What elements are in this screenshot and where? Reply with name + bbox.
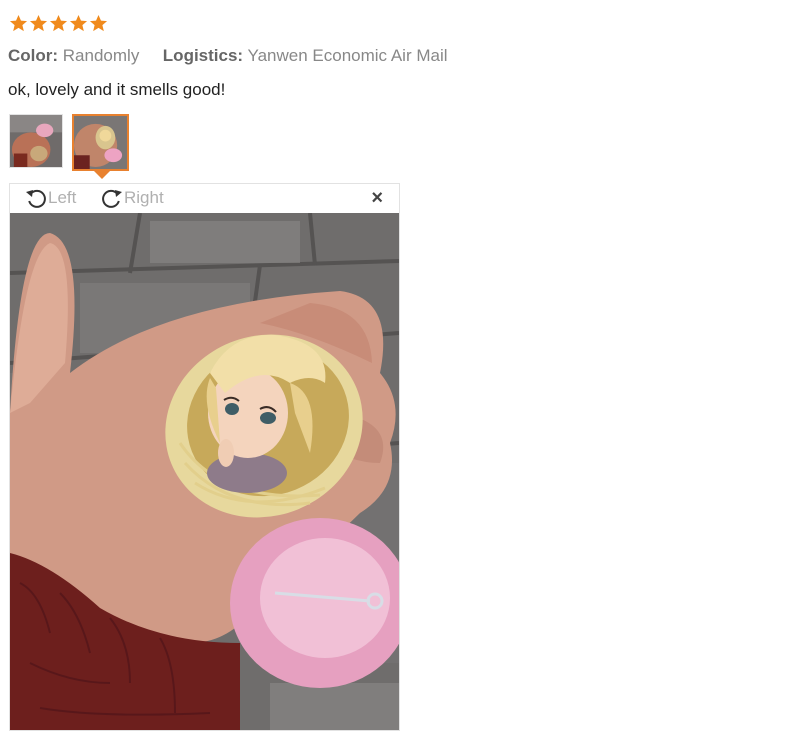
rotate-right-icon bbox=[102, 189, 122, 208]
logistics-label: Logistics: bbox=[162, 46, 244, 65]
star-icon bbox=[9, 14, 28, 32]
logistics-value: Yanwen Economic Air Mail bbox=[247, 46, 448, 65]
rotate-right-label: Right bbox=[124, 188, 164, 207]
star-rating bbox=[9, 14, 108, 33]
star-icon bbox=[29, 14, 48, 32]
color-value: Randomly bbox=[62, 46, 140, 65]
review-text: ok, lovely and it smells good! bbox=[8, 80, 226, 99]
image-viewer: Left Right × bbox=[9, 183, 400, 731]
star-icon bbox=[69, 14, 88, 32]
thumbnail-image bbox=[10, 115, 62, 167]
review-card: Color: Randomly Logistics: Yanwen Econom… bbox=[0, 0, 800, 743]
star-icon bbox=[49, 14, 68, 32]
close-viewer-button[interactable]: × bbox=[371, 188, 383, 208]
review-attributes: Color: Randomly Logistics: Yanwen Econom… bbox=[8, 46, 448, 66]
star-icon bbox=[89, 14, 108, 32]
rotate-right-button[interactable]: Right bbox=[100, 186, 164, 210]
thumbnail-image bbox=[74, 116, 127, 169]
photo-thumbnail-2[interactable] bbox=[72, 114, 129, 171]
rotate-left-icon bbox=[26, 189, 46, 208]
rotate-left-label: Left bbox=[48, 188, 77, 207]
selected-thumbnail-pointer bbox=[94, 171, 110, 179]
rotate-left-button[interactable]: Left bbox=[24, 186, 76, 210]
photo-thumbnail-1[interactable] bbox=[9, 114, 63, 168]
review-photo bbox=[10, 213, 399, 730]
viewer-toolbar: Left Right × bbox=[10, 184, 399, 213]
color-label: Color: bbox=[8, 46, 59, 65]
